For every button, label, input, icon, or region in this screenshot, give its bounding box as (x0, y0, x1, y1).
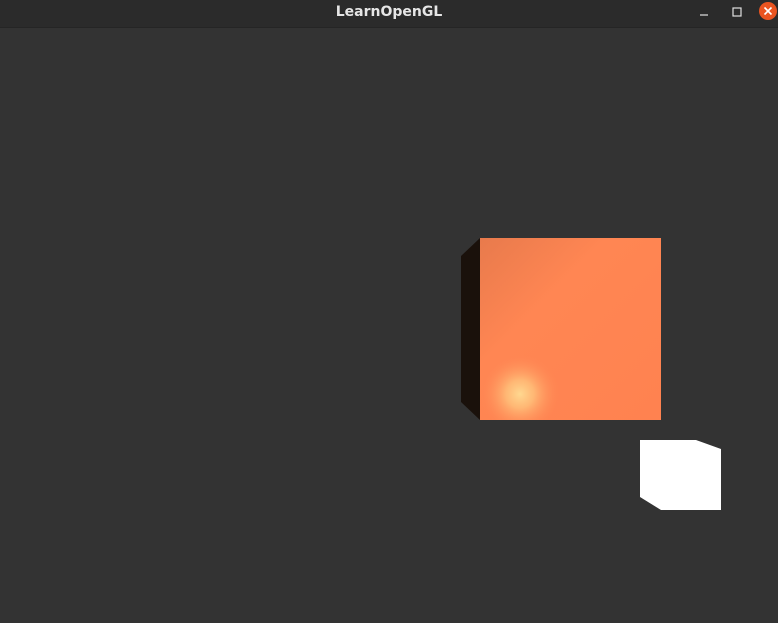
close-button[interactable] (758, 1, 778, 21)
light-cube (640, 440, 721, 510)
cube-specular-highlight (480, 238, 661, 420)
scene-render (461, 238, 721, 510)
maximize-icon (732, 7, 742, 17)
gl-viewport[interactable] (0, 28, 778, 623)
minimize-icon (700, 14, 708, 16)
app-window: LearnOpenGL (0, 0, 778, 623)
maximize-button[interactable] (726, 2, 748, 22)
close-icon (759, 2, 777, 20)
window-title: LearnOpenGL (335, 4, 443, 20)
minimize-button[interactable] (693, 2, 715, 22)
title-bar[interactable]: LearnOpenGL (0, 0, 778, 28)
cube-side-face (461, 238, 480, 420)
